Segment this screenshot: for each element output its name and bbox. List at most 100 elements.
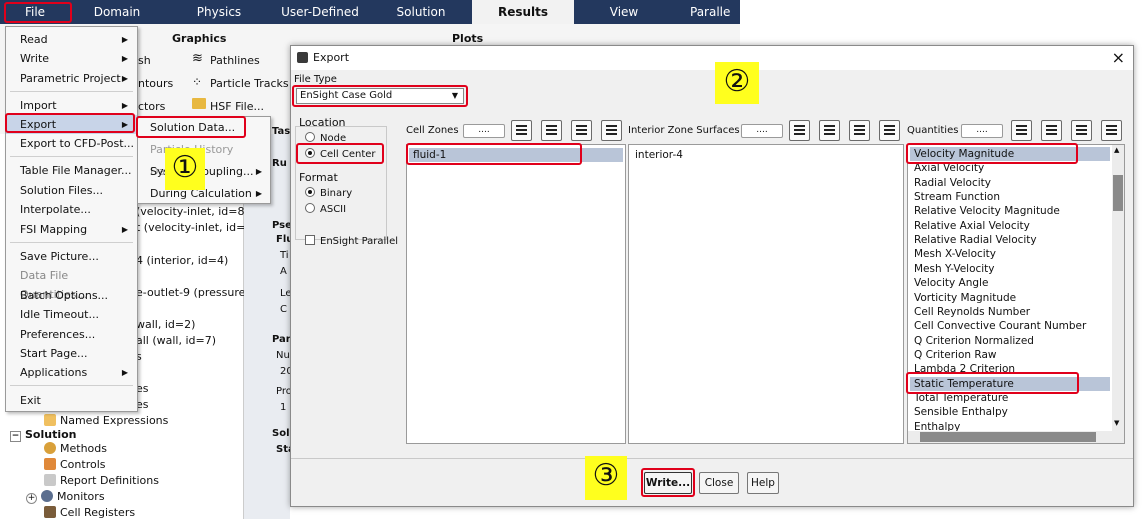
- menu-item-export-cfd-post[interactable]: Export to CFD-Post...: [6, 134, 137, 153]
- quantity-item[interactable]: Relative Radial Velocity: [910, 233, 1110, 247]
- scroll-up-icon[interactable]: ▲: [1114, 146, 1119, 154]
- scrollbar-thumb[interactable]: [1113, 175, 1123, 211]
- quantity-item[interactable]: Velocity Magnitude: [910, 147, 1110, 161]
- quantities-filter[interactable]: ....: [961, 124, 1003, 138]
- cell-zones-filter[interactable]: ....: [463, 124, 505, 138]
- tree-item[interactable]: t (velocity-inlet, id=6): [136, 221, 257, 234]
- menu-item-interpolate[interactable]: Interpolate...: [6, 200, 137, 219]
- quantity-item[interactable]: Cell Reynolds Number: [910, 305, 1110, 319]
- interior-sort-button[interactable]: [819, 120, 840, 141]
- quantity-item[interactable]: Axial Velocity: [910, 161, 1110, 175]
- quantities-deselect-button[interactable]: [1101, 120, 1122, 141]
- tree-item-report-definitions[interactable]: Report Definitions: [44, 474, 159, 487]
- interior-zones-filter[interactable]: ....: [741, 124, 783, 138]
- quantity-item[interactable]: Sensible Enthalpy: [910, 405, 1110, 419]
- menu-item-save-picture[interactable]: Save Picture...: [6, 247, 137, 266]
- cell-zones-deselect-button[interactable]: [601, 120, 622, 141]
- quantity-item[interactable]: Relative Axial Velocity: [910, 219, 1110, 233]
- vertical-scrollbar[interactable]: ▲ ▼: [1112, 145, 1124, 431]
- cell-zones-filter-button[interactable]: [511, 120, 532, 141]
- menu-item-label: Applications: [20, 366, 88, 379]
- quantity-item[interactable]: Relative Velocity Magnitude: [910, 204, 1110, 218]
- checkbox-ensight-parallel[interactable]: EnSight Parallel: [305, 235, 398, 247]
- radio-cell-center[interactable]: Cell Center: [305, 148, 376, 160]
- quantity-item[interactable]: Velocity Angle: [910, 276, 1110, 290]
- tab-parallel[interactable]: Paralle: [690, 0, 740, 24]
- menu-item-solution-data[interactable]: Solution Data...: [138, 117, 270, 139]
- interior-deselect-button[interactable]: [879, 120, 900, 141]
- tab-domain[interactable]: Domain: [86, 0, 148, 24]
- menu-item-parametric-project[interactable]: Parametric Project ▶: [6, 69, 137, 88]
- menu-item-start-page[interactable]: Start Page...: [6, 344, 137, 363]
- quantity-item[interactable]: Q Criterion Raw: [910, 348, 1110, 362]
- pathlines-item[interactable]: Pathlines: [210, 54, 260, 67]
- write-button[interactable]: Write...: [644, 472, 692, 494]
- menu-item-applications[interactable]: Applications ▶: [6, 363, 137, 382]
- quantity-item[interactable]: Mesh X-Velocity: [910, 247, 1110, 261]
- tab-view[interactable]: View: [592, 0, 656, 24]
- dialog-titlebar[interactable]: Export ×: [291, 46, 1133, 70]
- interior-select-all-button[interactable]: [849, 120, 870, 141]
- quantity-item[interactable]: Total Temperature: [910, 391, 1110, 405]
- interior-filter-button[interactable]: [789, 120, 810, 141]
- tab-user-defined[interactable]: User-Defined: [275, 0, 365, 24]
- quantity-item[interactable]: Static Temperature: [910, 376, 1110, 391]
- quantity-item[interactable]: Mesh Y-Velocity: [910, 262, 1110, 276]
- hsf-file-item[interactable]: HSF File...: [210, 100, 264, 113]
- expand-icon[interactable]: +: [26, 493, 37, 504]
- particle-tracks-item[interactable]: Particle Tracks: [210, 77, 289, 90]
- menu-item-idle-timeout[interactable]: Idle Timeout...: [6, 305, 137, 324]
- cell-zones-sort-button[interactable]: [541, 120, 562, 141]
- quantity-item[interactable]: Q Criterion Normalized: [910, 334, 1110, 348]
- menu-item-import[interactable]: Import ▶: [6, 96, 137, 115]
- tree-item[interactable]: wall, id=2): [136, 318, 195, 331]
- quantity-item[interactable]: Vorticity Magnitude: [910, 291, 1110, 305]
- contours-item[interactable]: ntours: [138, 77, 173, 90]
- tree-item-controls[interactable]: Controls: [44, 458, 106, 471]
- quantity-item[interactable]: Radial Velocity: [910, 176, 1110, 190]
- tree-item-methods[interactable]: Methods: [44, 442, 107, 455]
- tree-item[interactable]: 4 (interior, id=4): [136, 254, 228, 267]
- menu-item-solution-files[interactable]: Solution Files...: [6, 181, 137, 200]
- scroll-down-icon[interactable]: ▼: [1114, 419, 1119, 427]
- menu-item-exit[interactable]: Exit: [6, 391, 137, 410]
- tree-item[interactable]: (velocity-inlet, id=8): [136, 205, 249, 218]
- close-icon[interactable]: ×: [1112, 46, 1125, 70]
- tree-item-solution[interactable]: − Solution: [10, 428, 77, 442]
- quantity-item[interactable]: Stream Function: [910, 190, 1110, 204]
- tab-results[interactable]: Results: [472, 0, 574, 24]
- quantities-select-all-button[interactable]: [1071, 120, 1092, 141]
- quantities-filter-button[interactable]: [1011, 120, 1032, 141]
- list-item[interactable]: fluid-1: [409, 148, 623, 162]
- help-button[interactable]: Help: [747, 472, 779, 494]
- menu-item-table-file-manager[interactable]: Table File Manager...: [6, 161, 137, 180]
- tree-item-monitors[interactable]: + Monitors: [26, 490, 105, 504]
- cell-zones-select-all-button[interactable]: [571, 120, 592, 141]
- list-item[interactable]: interior-4: [631, 148, 901, 162]
- tree-item[interactable]: all (wall, id=7): [136, 334, 216, 347]
- mesh-item[interactable]: sh: [138, 54, 151, 67]
- menu-item-write[interactable]: Write ▶: [6, 49, 137, 68]
- menu-item-read[interactable]: Read ▶: [6, 30, 137, 49]
- tab-file[interactable]: File: [14, 0, 56, 24]
- tab-solution[interactable]: Solution: [385, 0, 457, 24]
- tab-physics[interactable]: Physics: [184, 0, 254, 24]
- scrollbar-thumb[interactable]: [920, 432, 1096, 442]
- menu-item-preferences[interactable]: Preferences...: [6, 325, 137, 344]
- close-button[interactable]: Close: [699, 472, 739, 494]
- quantities-sort-button[interactable]: [1041, 120, 1062, 141]
- menu-item-export[interactable]: Export ▶: [6, 115, 137, 134]
- horizontal-scrollbar[interactable]: [908, 431, 1124, 443]
- collapse-icon[interactable]: −: [10, 431, 21, 442]
- menu-item-fsi-mapping[interactable]: FSI Mapping ▶: [6, 220, 137, 239]
- radio-node[interactable]: Node: [305, 132, 346, 144]
- vectors-item[interactable]: ctors: [138, 100, 165, 113]
- quantity-item[interactable]: Lambda 2 Criterion: [910, 362, 1110, 376]
- quantity-item[interactable]: Cell Convective Courant Number: [910, 319, 1110, 333]
- radio-binary[interactable]: Binary: [305, 187, 352, 199]
- tree-item-named-expressions[interactable]: Named Expressions: [44, 414, 168, 427]
- tree-item-cell-registers[interactable]: Cell Registers: [44, 506, 135, 519]
- menu-item-batch-options[interactable]: Batch Options...: [6, 286, 137, 305]
- radio-ascii[interactable]: ASCII: [305, 203, 346, 215]
- file-type-select[interactable]: EnSight Case Gold ▼: [296, 88, 464, 104]
